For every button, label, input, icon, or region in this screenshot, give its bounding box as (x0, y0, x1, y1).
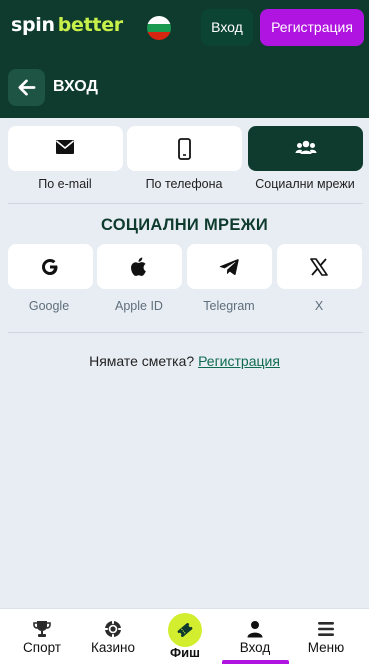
nav-login-label: Вход (239, 640, 271, 655)
register-link[interactable]: Регистрация (198, 353, 280, 369)
language-flag-icon[interactable] (147, 16, 171, 40)
method-email-label: По e-mail (38, 177, 92, 191)
users-icon (295, 140, 317, 154)
envelope-icon (55, 140, 75, 154)
nav-casino-label: Казино (91, 640, 135, 655)
page-title: ВХОД (53, 78, 98, 95)
x-label: X (314, 299, 324, 313)
arrow-left-icon (18, 79, 36, 96)
flag-stripe-green (147, 24, 171, 32)
apple-label: Apple ID (115, 299, 163, 313)
google-icon (39, 256, 61, 278)
menu-icon (315, 619, 337, 639)
page-header: ВХОД (0, 57, 369, 118)
method-phone-label: По телефона (145, 177, 223, 191)
nav-menu-label: Меню (307, 640, 345, 655)
nav-sport-label: Спорт (23, 640, 61, 655)
bottom-nav: Спорт Казино Фиш Вход Меню (0, 608, 369, 664)
nav-menu[interactable]: Меню (291, 609, 361, 664)
method-social-button[interactable] (248, 126, 363, 171)
nav-betslip[interactable]: Фиш (150, 609, 220, 664)
user-icon (244, 619, 266, 639)
nav-sport[interactable]: Спорт (7, 609, 77, 664)
x-icon (308, 256, 330, 278)
phone-icon (178, 138, 191, 160)
flag-stripe-red (147, 32, 171, 40)
flag-stripe-white (147, 16, 171, 24)
x-login-button[interactable] (277, 244, 362, 289)
back-button[interactable] (8, 69, 45, 106)
method-email-button[interactable] (8, 126, 123, 171)
google-login-button[interactable] (8, 244, 93, 289)
nav-casino[interactable]: Казино (78, 609, 148, 664)
method-phone-button[interactable] (127, 126, 242, 171)
nav-betslip-label: Фиш (170, 645, 200, 660)
telegram-login-button[interactable] (187, 244, 272, 289)
nav-login[interactable]: Вход (220, 609, 290, 664)
logo-spin-text: spin (11, 14, 55, 36)
no-account-row: Нямате сметка? Регистрация (0, 353, 369, 369)
divider (8, 203, 363, 204)
method-social-label: Социални мрежи (255, 177, 355, 191)
no-account-text: Нямате сметка? (89, 353, 195, 369)
google-label: Google (28, 299, 70, 313)
telegram-label: Telegram (203, 299, 255, 313)
ticket-icon (174, 620, 196, 640)
telegram-icon (218, 256, 240, 278)
social-section-title: СОЦИАЛНИ МРЕЖИ (100, 216, 269, 234)
casino-chip-icon (102, 619, 124, 639)
apple-icon (128, 256, 150, 278)
logo-better-text: better (57, 14, 123, 36)
active-tab-indicator (222, 660, 289, 664)
apple-login-button[interactable] (97, 244, 182, 289)
register-button[interactable]: Регистрация (260, 9, 364, 46)
logo[interactable]: spin better (11, 14, 123, 36)
top-bar: spin better Вход Регистрация (0, 0, 369, 57)
divider (8, 332, 363, 333)
trophy-icon (31, 619, 53, 639)
login-button[interactable]: Вход (201, 9, 253, 46)
